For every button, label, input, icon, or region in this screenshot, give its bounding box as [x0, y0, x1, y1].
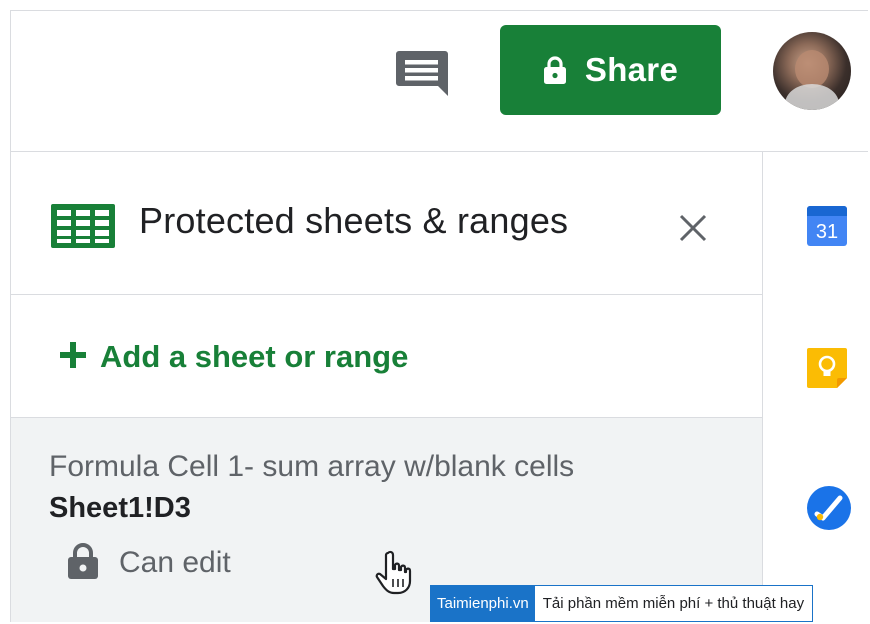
- account-avatar[interactable]: [773, 32, 851, 110]
- side-app-rail: 31: [763, 152, 868, 622]
- tasks-button[interactable]: [805, 484, 851, 530]
- calendar-button[interactable]: 31: [805, 204, 849, 248]
- lightbulb-icon: [807, 348, 847, 388]
- comment-icon: [396, 51, 448, 96]
- close-icon: [679, 214, 707, 242]
- permission-label: Can edit: [119, 546, 231, 579]
- app-window: Share Protected sheets & ranges Add a sh…: [10, 10, 868, 622]
- calendar-icon: 31: [807, 206, 847, 246]
- watermark-brand: Taimienphi.vn: [431, 586, 535, 621]
- add-range-label: Add a sheet or range: [100, 339, 409, 374]
- avatar-shirt: [785, 84, 839, 110]
- range-description: Formula Cell 1- sum array w/blank cells: [49, 450, 575, 483]
- top-bar: Share: [11, 11, 868, 152]
- comment-history-button[interactable]: [393, 49, 451, 99]
- panel-header: Protected sheets & ranges: [11, 152, 762, 295]
- lock-icon: [543, 55, 567, 85]
- close-panel-button[interactable]: [673, 208, 713, 248]
- plus-icon: [59, 341, 87, 374]
- share-button[interactable]: Share: [500, 25, 721, 115]
- lock-icon: [67, 542, 99, 585]
- google-sheets-icon: [51, 204, 115, 253]
- protected-ranges-panel: Protected sheets & ranges Add a sheet or…: [11, 152, 763, 622]
- keep-button[interactable]: [805, 346, 849, 390]
- avatar-face: [795, 50, 829, 88]
- share-label: Share: [584, 51, 679, 88]
- panel-title: Protected sheets & ranges: [139, 200, 569, 241]
- range-reference: Sheet1!D3: [49, 492, 191, 524]
- tasks-checkmark-icon: [807, 486, 851, 530]
- add-sheet-or-range-button[interactable]: Add a sheet or range: [11, 295, 762, 418]
- pointer-hand-cursor-icon: [375, 550, 415, 601]
- watermark-banner: Taimienphi.vn Tải phần mềm miễn phí + th…: [430, 585, 814, 622]
- calendar-day-number: 31: [816, 221, 838, 243]
- watermark-tagline: Tải phần mềm miễn phí + thủ thuật hay: [542, 595, 805, 612]
